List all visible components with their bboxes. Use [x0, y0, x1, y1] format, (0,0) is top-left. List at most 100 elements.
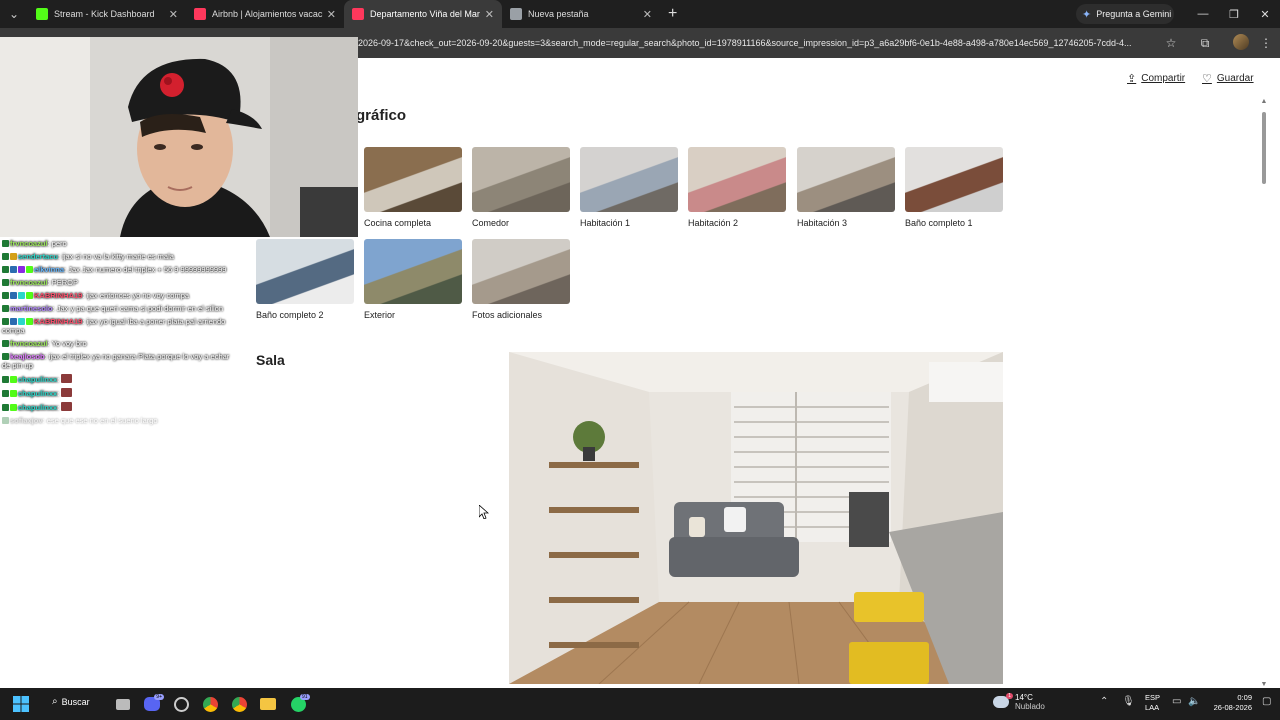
heart-icon: ♡ — [1202, 73, 1212, 85]
tab-close-icon[interactable]: ✕ — [327, 8, 336, 21]
chat-username[interactable]: frvncoazul — [10, 239, 48, 248]
gemini-label: Pregunta a Gemini — [1096, 9, 1172, 19]
browser-menu-icon[interactable]: ⋮ — [1256, 33, 1276, 53]
chat-username[interactable]: martinesolo — [10, 304, 53, 313]
chat-username[interactable]: elkvinna — [34, 265, 64, 274]
chat-badge-icon — [2, 390, 9, 397]
chat-badge-icon — [10, 404, 17, 411]
photo-category-thumbnail[interactable]: Habitación 3 — [797, 147, 895, 228]
whatsapp-glyph: 91 — [290, 693, 310, 712]
chat-badge-icon — [26, 318, 33, 325]
tray-chevron-icon[interactable]: ⌃ — [1100, 696, 1108, 707]
windows-start-icon[interactable] — [10, 693, 32, 715]
chat-badge-icon — [2, 404, 9, 411]
weather-widget[interactable]: 1 14°C Nublado — [993, 693, 1045, 711]
chat-username[interactable]: chapulinxx — [18, 389, 57, 398]
tab-close-icon[interactable]: ✕ — [169, 8, 178, 21]
photo-category-thumbnail[interactable]: Cocina completa — [364, 147, 462, 228]
taskbar-search[interactable]: ⌕ Buscar — [52, 696, 90, 707]
chat-badge-icon — [10, 376, 17, 383]
notifications-icon[interactable]: ▢ — [1262, 696, 1271, 707]
obs-icon[interactable] — [170, 693, 192, 715]
photo-category-thumbnail[interactable]: Baño completo 2 — [256, 239, 354, 320]
discord-icon[interactable]: 9+ — [141, 693, 164, 715]
chat-text: ijax si no va la kitty marie es mala — [62, 252, 174, 261]
chrome-alt-icon[interactable] — [228, 693, 250, 715]
profile-avatar[interactable] — [1233, 34, 1249, 50]
photo-category-thumbnail[interactable]: Baño completo 1 — [905, 147, 1003, 228]
chat-username[interactable]: frvncoazul — [10, 278, 48, 287]
task-view-icon[interactable] — [112, 693, 134, 715]
close-window-icon[interactable]: ✕ — [1250, 0, 1280, 28]
scroll-up-arrow-icon[interactable]: ▲ — [1260, 98, 1268, 105]
tab-search-chevron-icon[interactable]: ⌄ — [0, 0, 28, 28]
chat-username[interactable]: chapulinxx — [18, 403, 57, 412]
photo-category-thumbnail[interactable]: Comedor — [472, 147, 570, 228]
chat-text: PEROP — [51, 278, 78, 287]
microphone-icon[interactable]: 🎙 — [1122, 696, 1135, 707]
thumbnail-caption: Habitación 2 — [688, 218, 739, 228]
chat-badge-icon — [2, 266, 9, 273]
weather-desc: Nublado — [1015, 702, 1045, 711]
new-tab-button[interactable]: + — [668, 5, 677, 23]
chat-text: ese que ese no en el sueno largo — [46, 416, 158, 425]
whatsapp-badge: 91 — [299, 693, 310, 700]
chat-message: chapulinxx: — [0, 400, 236, 414]
chat-emote-icon — [61, 374, 73, 383]
tab-favicon-icon — [510, 8, 522, 20]
chat-text: Yo voy bro — [51, 339, 87, 348]
thumbnail-caption: Baño completo 1 — [905, 218, 973, 228]
minimize-icon[interactable]: — — [1188, 0, 1218, 28]
chrome-icon[interactable] — [199, 693, 221, 715]
network-icon[interactable]: ▭ — [1172, 696, 1181, 707]
chat-username[interactable]: sofiaxjov — [10, 416, 43, 425]
browser-tab[interactable]: Departamento Viña del Mar - Airbnb ✕ — [344, 0, 502, 28]
volume-icon[interactable]: 🔈 — [1188, 696, 1200, 707]
bookmark-star-icon[interactable]: ☆ — [1161, 33, 1181, 53]
chat-message: chapulinxx: — [0, 386, 236, 400]
tab-close-icon[interactable]: ✕ — [485, 8, 494, 21]
tab-title: Departamento Viña del Mar - Airbnb — [370, 9, 481, 19]
file-explorer-icon[interactable] — [257, 693, 279, 715]
system-clock[interactable]: 0:09 26-08-2026 — [1210, 693, 1252, 713]
scroll-down-arrow-icon[interactable]: ▼ — [1260, 681, 1268, 688]
chat-username[interactable]: KABRINHA19 — [34, 291, 82, 300]
photo-category-thumbnail[interactable]: Habitación 1 — [580, 147, 678, 228]
input-language[interactable]: ESP LAA — [1145, 693, 1160, 713]
whatsapp-icon[interactable]: 91 — [287, 693, 310, 715]
share-button[interactable]: ⇪ Compartir — [1127, 72, 1185, 85]
chat-text: Jax y pa que queri cama si podi dormir e… — [56, 304, 224, 313]
chat-emote-icon — [61, 388, 73, 397]
browser-tab[interactable]: Airbnb | Alojamientos vacacionales ✕ — [186, 0, 344, 28]
browser-tab[interactable]: Stream - Kick Dashboard ✕ — [28, 0, 186, 28]
restore-icon[interactable]: ❐ — [1219, 0, 1249, 28]
url-field[interactable]: 2026-09-17&check_out=2026-09-20&guests=3… — [358, 34, 1158, 52]
chat-badge-icon — [2, 240, 9, 247]
scroll-thumb[interactable] — [1262, 112, 1266, 184]
save-button[interactable]: ♡ Guardar — [1202, 72, 1254, 85]
living-room-photo[interactable] — [509, 352, 1003, 684]
discord-badge: 9+ — [154, 694, 164, 700]
chat-username[interactable]: chapulinxx — [18, 375, 57, 384]
share-label: Compartir — [1141, 73, 1186, 84]
chat-username[interactable]: sendertacu — [18, 252, 58, 261]
page-scrollbar[interactable]: ▲ ▼ — [1260, 98, 1268, 688]
chat-badge-icon — [2, 353, 9, 360]
photo-category-thumbnail[interactable]: Habitación 2 — [688, 147, 786, 228]
photo-category-thumbnail[interactable]: Exterior — [364, 239, 462, 320]
tab-close-icon[interactable]: ✕ — [643, 8, 652, 21]
weather-badge: 1 — [1006, 693, 1013, 699]
chat-badge-icon — [2, 279, 9, 286]
chat-username[interactable]: frvncoazul — [10, 339, 48, 348]
chat-username[interactable]: KABRINHA19 — [34, 317, 82, 326]
chat-message: frvncoazul: pero — [0, 237, 236, 250]
gemini-button[interactable]: ✦ Pregunta a Gemini — [1076, 4, 1174, 24]
extensions-icon[interactable]: ⧉ — [1195, 33, 1215, 53]
thumbnail-caption: Exterior — [364, 310, 396, 320]
windows-taskbar: ⌕ Buscar 9+ 91 1 14°C Nublado ⌃ 🎙 ESP LA… — [0, 688, 1280, 720]
photo-category-thumbnail[interactable]: Fotos adicionales — [472, 239, 570, 320]
webcam-illustration — [0, 37, 358, 237]
browser-tab[interactable]: Nueva pestaña ✕ — [502, 0, 660, 28]
chat-username[interactable]: keajlosob — [10, 352, 45, 361]
stream-chat-overlay: frvncoazul: pero sendertacu: ijax si no v… — [0, 237, 236, 497]
